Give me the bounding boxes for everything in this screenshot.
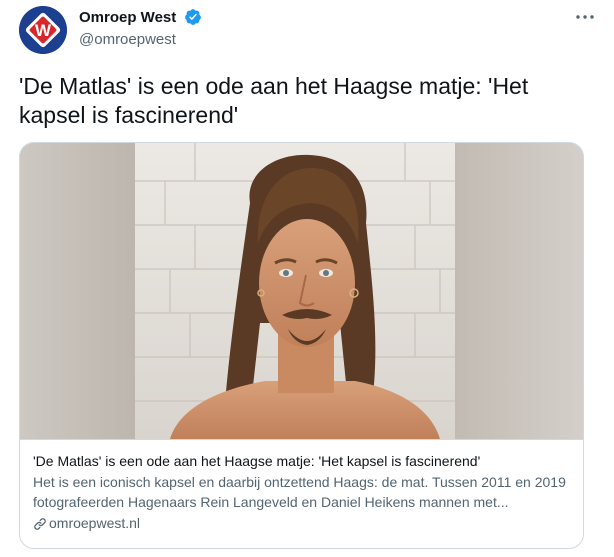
link-card[interactable]: 'De Matlas' is een ode aan het Haagse ma… (19, 142, 584, 549)
more-horizontal-icon (576, 15, 594, 19)
author-names: Omroep West @omroepwest (79, 8, 202, 48)
card-domain: omroepwest.nl (33, 513, 570, 533)
tweet-header: W Omroep West @omroepwest (19, 5, 599, 57)
portrait-photo (20, 143, 583, 439)
handle[interactable]: @omroepwest (79, 31, 202, 48)
card-body[interactable]: 'De Matlas' is een ode aan het Haagse ma… (20, 439, 583, 548)
card-description: Het is een iconisch kapsel en daarbij on… (33, 474, 566, 510)
omroep-west-logo-icon: W (19, 6, 67, 54)
card-title: 'De Matlas' is een ode aan het Haagse ma… (33, 453, 481, 469)
tweet: W Omroep West @omroepwest 'De Matlas' is… (0, 0, 614, 557)
avatar-letter: W (35, 21, 52, 40)
tweet-text: 'De Matlas' is een ode aan het Haagse ma… (19, 73, 529, 128)
more-options-button[interactable] (574, 9, 596, 25)
card-domain-text[interactable]: omroepwest.nl (49, 515, 140, 531)
display-name[interactable]: Omroep West (79, 9, 176, 26)
link-icon (34, 518, 46, 530)
card-image[interactable] (20, 143, 583, 439)
verified-badge-icon (184, 9, 201, 25)
avatar[interactable]: W (19, 6, 67, 54)
